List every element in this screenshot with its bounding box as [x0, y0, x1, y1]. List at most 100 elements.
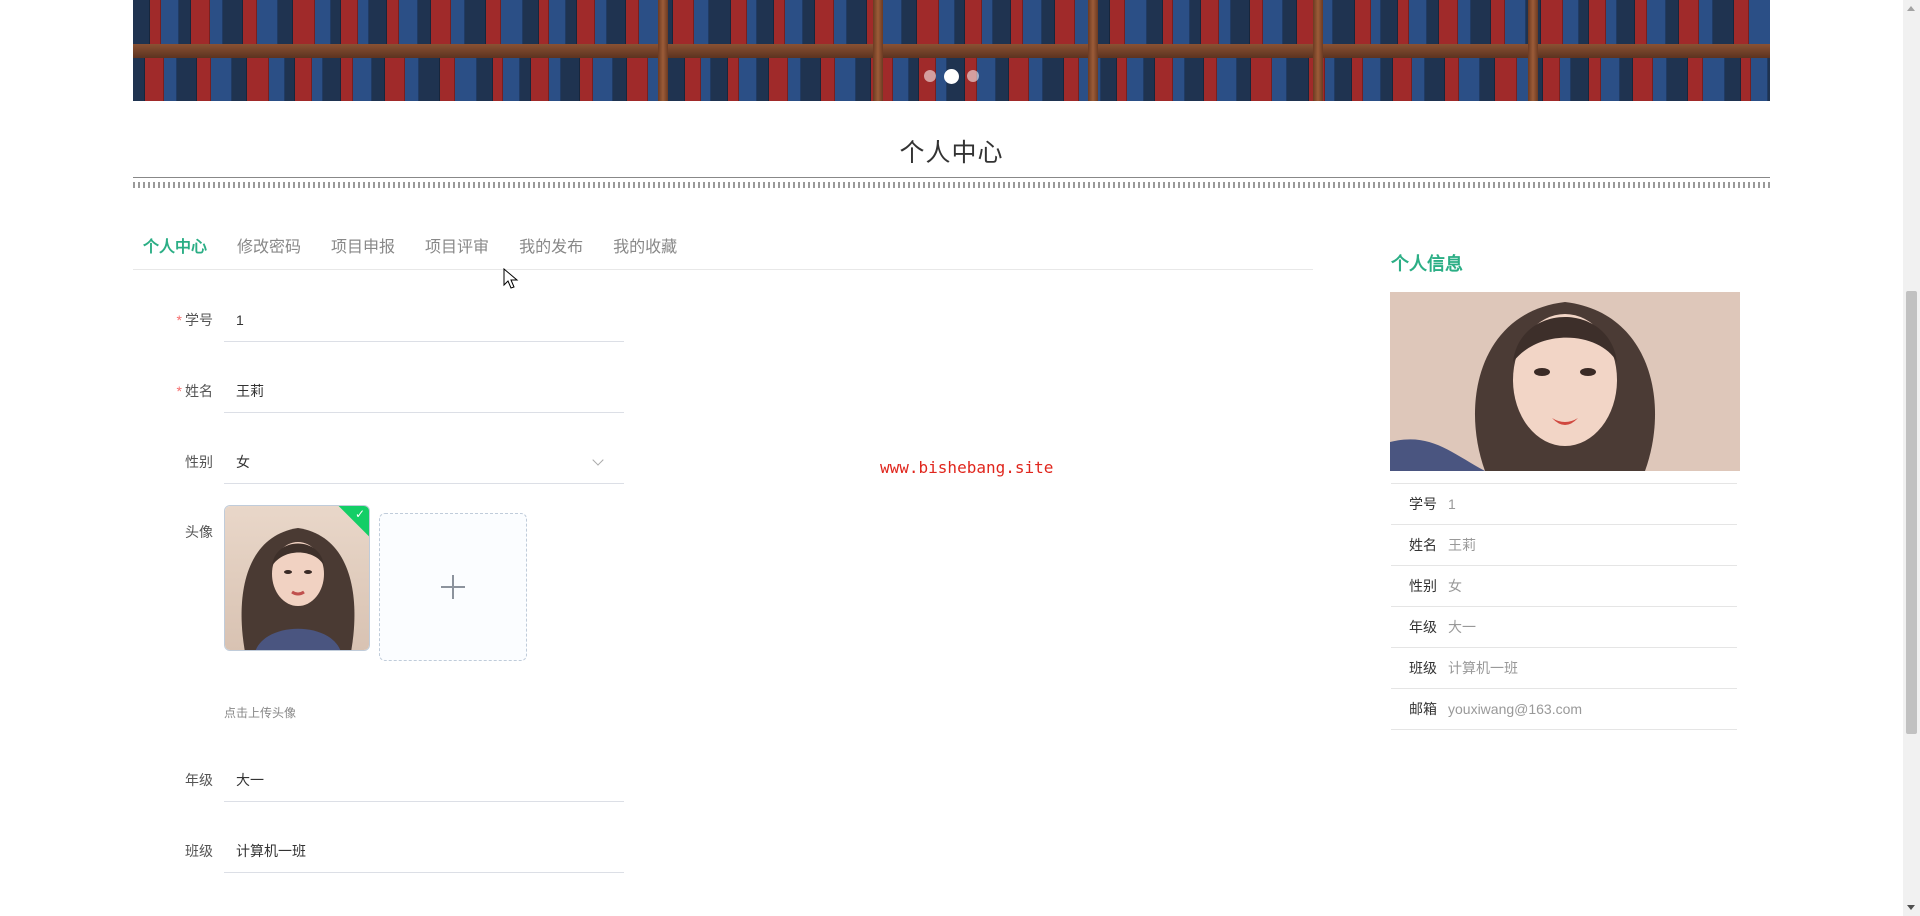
book-spine: [993, 0, 1011, 44]
carousel-dot[interactable]: [967, 70, 979, 82]
info-item-class: 班级 计算机一班: [1391, 648, 1737, 689]
book-spine: [1398, 0, 1409, 44]
book-spine: [902, 0, 917, 44]
avatar-label: 头像: [185, 524, 213, 540]
book-spine: [1055, 0, 1075, 44]
info-item-gender: 性别 女: [1391, 566, 1737, 607]
book-spine: [1427, 0, 1439, 44]
book-spine: [607, 0, 626, 44]
page-title: 个人中心: [899, 139, 1004, 167]
book-spine: [757, 0, 774, 44]
carousel-indicators: [133, 69, 1770, 84]
tab-personal-center[interactable]: 个人中心: [143, 234, 207, 269]
book-spine: [577, 0, 595, 44]
book-spine: [774, 0, 785, 44]
book-spine: [1163, 0, 1173, 44]
book-spine: [133, 0, 150, 44]
book-spine: [257, 0, 278, 44]
avatar-upload-button[interactable]: [379, 513, 527, 661]
book-spine: [191, 0, 210, 44]
book-spine: [1589, 0, 1606, 44]
book-spine: [1125, 0, 1147, 44]
gender-select[interactable]: 女: [224, 440, 624, 484]
tab-change-password[interactable]: 修改密码: [237, 234, 301, 269]
shelf-plank: [133, 44, 1770, 58]
book-spine: [1471, 0, 1491, 44]
shelf-upright: [873, 0, 883, 101]
title-divider: [133, 177, 1770, 178]
book-spine: [1635, 0, 1647, 44]
book-spine: [486, 0, 501, 44]
book-spine: [939, 0, 955, 44]
scroll-up-icon[interactable]: [1907, 6, 1915, 11]
book-spine: [1381, 0, 1398, 44]
book-spine: [161, 0, 179, 44]
info-key: 班级: [1409, 660, 1437, 676]
student-id-input[interactable]: [224, 298, 624, 342]
info-panel-title: 个人信息: [1391, 254, 1463, 274]
class-input[interactable]: [224, 829, 624, 873]
info-value: 大一: [1448, 619, 1476, 635]
book-spine: [965, 0, 982, 44]
book-spine: [331, 0, 341, 44]
book-spine: [1734, 0, 1749, 44]
book-spine: [982, 0, 993, 44]
book-spine: [179, 0, 191, 44]
book-spine: [1713, 0, 1734, 44]
book-spine: [917, 0, 939, 44]
book-spine: [1439, 0, 1458, 44]
carousel-dot[interactable]: [924, 70, 936, 82]
book-spine: [278, 0, 293, 44]
book-spine: [1679, 0, 1699, 44]
book-spine: [1505, 0, 1526, 44]
book-spine: [1371, 0, 1381, 44]
shelf-upright: [1313, 0, 1323, 101]
tab-project-application[interactable]: 项目申报: [331, 234, 395, 269]
class-label: 班级: [185, 843, 213, 859]
book-spine: [709, 0, 731, 44]
book-spine: [451, 0, 465, 44]
grade-input[interactable]: [224, 758, 624, 802]
scrollbar-thumb[interactable]: [1906, 291, 1917, 734]
book-spine: [747, 0, 757, 44]
info-value: youxiwang@163.com: [1448, 701, 1583, 717]
shelf-upright: [1528, 0, 1538, 101]
book-spine: [847, 0, 867, 44]
book-spine: [243, 0, 257, 44]
mouse-cursor-icon: [503, 268, 519, 289]
book-spine: [1458, 0, 1471, 44]
book-spine: [1579, 0, 1589, 44]
book-spine: [1023, 0, 1042, 44]
tab-project-review[interactable]: 项目评审: [425, 234, 489, 269]
book-spine: [1011, 0, 1023, 44]
bookshelf-top-row: [133, 0, 1770, 44]
banner-carousel[interactable]: [133, 0, 1770, 101]
book-spine: [1699, 0, 1713, 44]
book-spine: [881, 0, 902, 44]
gender-select-value: 女: [236, 454, 250, 470]
student-id-label: * 学号: [176, 312, 213, 328]
name-input[interactable]: [224, 369, 624, 413]
uploaded-avatar-thumbnail[interactable]: ✓: [224, 505, 370, 651]
profile-photo-image: [1390, 292, 1740, 471]
name-label: * 姓名: [176, 383, 213, 399]
book-spine: [539, 0, 549, 44]
title-dotted-divider: [133, 182, 1770, 188]
scroll-down-icon[interactable]: [1907, 905, 1915, 910]
book-spine: [369, 0, 387, 44]
book-spine: [1231, 0, 1250, 44]
form-row-student-id: * 学号: [133, 298, 633, 342]
info-value: 计算机一班: [1448, 660, 1518, 676]
book-spine: [1647, 0, 1666, 44]
page-scrollbar[interactable]: [1903, 0, 1920, 916]
info-item-student-id: 学号 1: [1391, 484, 1737, 525]
info-item-grade: 年级 大一: [1391, 607, 1737, 648]
tab-my-posts[interactable]: 我的发布: [519, 234, 583, 269]
book-spine: [210, 0, 223, 44]
book-spine: [1409, 0, 1427, 44]
tab-my-favorites[interactable]: 我的收藏: [613, 234, 677, 269]
carousel-dot-active[interactable]: [944, 69, 959, 84]
avatar-upload-hint: 点击上传头像: [224, 706, 297, 720]
book-spine: [1563, 0, 1579, 44]
book-spine: [1201, 0, 1219, 44]
